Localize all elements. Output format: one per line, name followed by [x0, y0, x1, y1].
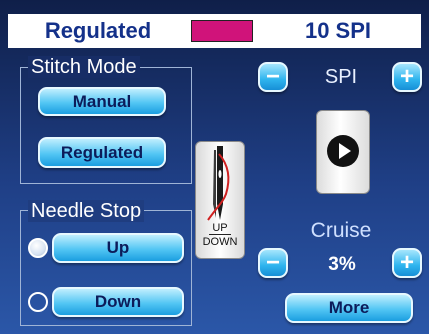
minus-icon: −: [265, 63, 280, 90]
needle-down-text: DOWN: [202, 236, 238, 248]
needle-icon: [207, 146, 230, 221]
spi-label: SPI: [324, 66, 358, 88]
plus-icon: +: [399, 63, 414, 90]
cruise-increase-button[interactable]: +: [392, 248, 422, 278]
play-icon: [327, 135, 359, 167]
needle-stop-title: Needle Stop: [28, 200, 145, 222]
needle-stop-up-radio[interactable]: [28, 238, 48, 258]
color-swatch[interactable]: [191, 20, 253, 42]
needle-stop-down-radio[interactable]: [28, 292, 48, 312]
spi-decrease-button[interactable]: −: [258, 62, 288, 92]
needle-stop-up-button[interactable]: Up: [52, 233, 184, 263]
needle-divider: [209, 234, 231, 235]
regulated-mode-button[interactable]: Regulated: [38, 137, 166, 168]
spi-display: 10 SPI: [304, 18, 372, 43]
needle-stop-down-button[interactable]: Down: [52, 287, 184, 317]
cruise-label: Cruise: [310, 219, 372, 242]
cruise-decrease-button[interactable]: −: [258, 248, 288, 278]
cruise-value: 3%: [328, 254, 356, 275]
stitch-mode-title: Stitch Mode: [28, 56, 140, 78]
spi-increase-button[interactable]: +: [392, 62, 422, 92]
mode-display: Regulated: [44, 18, 152, 43]
needle-up-text: UP: [212, 222, 228, 234]
plus-icon: +: [399, 249, 414, 276]
more-button[interactable]: More: [285, 293, 413, 323]
manual-mode-button[interactable]: Manual: [38, 87, 166, 116]
minus-icon: −: [265, 249, 280, 276]
